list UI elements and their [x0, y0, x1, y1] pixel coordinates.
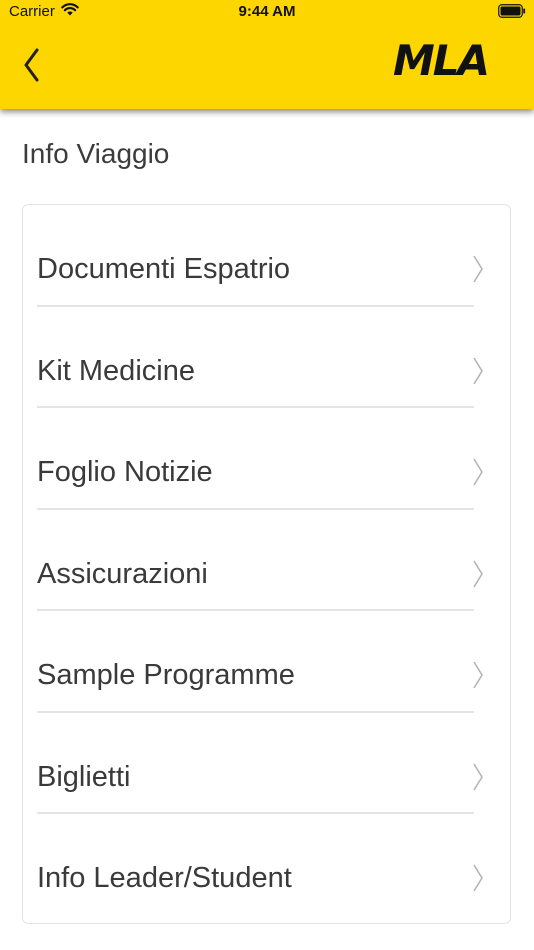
header: Carrier 9:44 AM MLA	[0, 0, 534, 109]
menu-item-biglietti[interactable]: Biglietti	[23, 713, 510, 814]
section-title: Info Viaggio	[22, 138, 170, 169]
chevron-right-icon	[473, 661, 483, 689]
chevron-right-icon	[473, 560, 483, 587]
chevron-right-icon	[473, 864, 483, 892]
status-time: 9:44 AM	[238, 3, 296, 20]
menu-item-foglio-notizie[interactable]: Foglio Notizie	[23, 408, 510, 510]
chevron-right-icon	[473, 763, 483, 790]
chevron-right-icon	[473, 357, 483, 384]
chevron-left-icon	[24, 48, 39, 82]
brand-logo: MLA	[392, 36, 490, 85]
chevron-right-icon	[473, 255, 483, 283]
menu-item-label: Foglio Notizie	[37, 456, 213, 488]
menu-item-label: Assicurazioni	[37, 557, 208, 590]
chevron-right-icon	[473, 458, 483, 486]
menu-item-info-leader-student[interactable]: Info Leader/Student	[23, 814, 510, 916]
menu-card: Documenti Espatrio Kit Medicine Foglio N…	[22, 204, 511, 924]
menu-item-label: Sample Programme	[37, 659, 295, 691]
menu-item-label: Biglietti	[37, 760, 131, 793]
menu-item-kit-medicine[interactable]: Kit Medicine	[23, 307, 510, 408]
menu-item-documenti-espatrio[interactable]: Documenti Espatrio	[23, 205, 510, 307]
menu-item-assicurazioni[interactable]: Assicurazioni	[23, 510, 510, 611]
menu-item-label: Documenti Espatrio	[37, 253, 291, 285]
battery-full-icon	[498, 4, 526, 18]
menu-item-label: Info Leader/Student	[37, 862, 292, 894]
menu-item-sample-programme[interactable]: Sample Programme	[23, 611, 510, 713]
menu-item-label: Kit Medicine	[37, 354, 195, 387]
status-bar: Carrier 9:44 AM	[0, 0, 534, 24]
back-button[interactable]	[14, 42, 48, 88]
